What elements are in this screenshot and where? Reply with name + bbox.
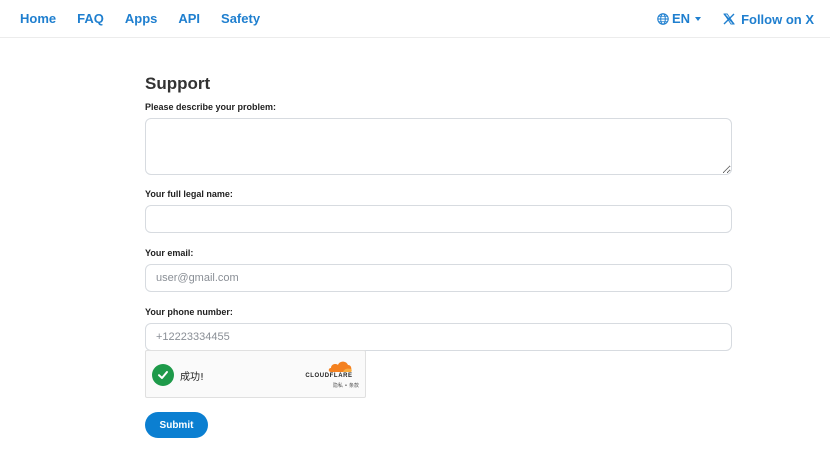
top-navigation: Home FAQ Apps API Safety EN Follow on X: [0, 0, 830, 38]
follow-label: Follow on X: [741, 11, 814, 27]
problem-textarea[interactable]: [145, 118, 732, 175]
support-form: Support Please describe your problem: Yo…: [145, 74, 732, 351]
nav-home-link[interactable]: Home: [20, 11, 56, 27]
phone-input[interactable]: [145, 323, 732, 351]
problem-label: Please describe your problem:: [145, 102, 277, 112]
name-input[interactable]: [145, 205, 732, 233]
nav-faq-link[interactable]: FAQ: [77, 11, 104, 27]
name-label: Your full legal name:: [145, 189, 233, 199]
page-title: Support: [145, 74, 211, 93]
follow-on-x-link[interactable]: Follow on X: [723, 12, 814, 27]
captcha-status: 成功!: [180, 372, 205, 383]
success-check-icon: [152, 364, 174, 386]
language-selector[interactable]: EN: [657, 11, 702, 27]
cloudflare-wordmark: CLOUDFLARE: [305, 373, 353, 379]
submit-button[interactable]: Submit: [145, 412, 208, 438]
nav-apps-link[interactable]: Apps: [125, 11, 158, 27]
email-label: Your email:: [145, 248, 194, 258]
nav-api-link[interactable]: API: [178, 11, 200, 27]
nav-right: EN Follow on X: [657, 11, 814, 27]
globe-icon: [657, 13, 669, 25]
phone-label: Your phone number:: [145, 307, 233, 317]
captcha-links[interactable]: 隐私 • 条款: [333, 382, 359, 389]
x-logo-icon: [723, 13, 735, 25]
cloudflare-logo: CLOUDFLARE 隐私 • 条款: [299, 359, 359, 393]
email-input[interactable]: [145, 264, 732, 292]
nav-safety-link[interactable]: Safety: [221, 11, 260, 27]
nav-links: Home FAQ Apps API Safety: [20, 11, 281, 27]
cloudflare-captcha[interactable]: 成功! CLOUDFLARE 隐私 • 条款: [145, 350, 366, 398]
chevron-down-icon: [695, 17, 702, 21]
language-label: EN: [672, 11, 691, 26]
cloud-icon: [328, 361, 352, 372]
